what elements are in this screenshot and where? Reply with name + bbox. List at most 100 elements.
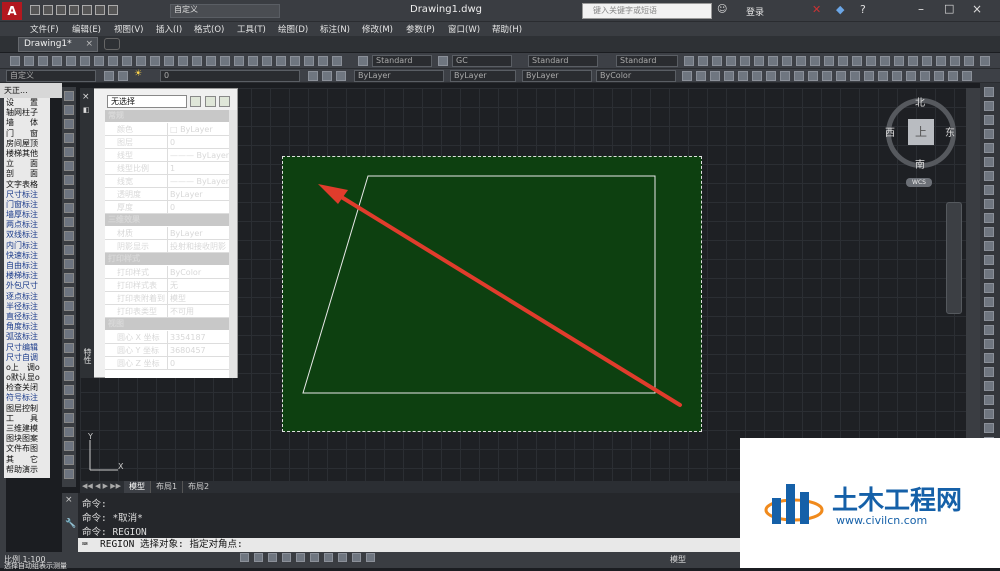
tz-menu-item[interactable]: 直径标注 [4, 312, 50, 322]
tab-layout1[interactable]: 布局1 [150, 481, 182, 493]
property-value[interactable]: 1 [167, 162, 229, 175]
command-handle[interactable]: × 🔧 [62, 493, 78, 552]
tz-menu-item[interactable]: 其 它 [4, 455, 50, 465]
draw-tool-icon[interactable] [64, 371, 74, 381]
tz-menu-item[interactable]: 文字表格 [4, 180, 50, 190]
modify-tool-icon[interactable] [984, 171, 994, 181]
draw-tool-icon[interactable] [64, 441, 74, 451]
draw-tool-icon[interactable] [64, 357, 74, 367]
draw-tool-icon[interactable] [64, 273, 74, 283]
property-section-header[interactable]: 视图 [105, 318, 229, 330]
tab-layout2[interactable]: 布局2 [182, 481, 214, 493]
tz-menu-item[interactable]: 外包尺寸 [4, 281, 50, 291]
modify-tool-icon[interactable] [984, 395, 994, 405]
property-value[interactable]: 0 [167, 136, 229, 149]
toggle-pickadd-icon[interactable] [190, 96, 201, 107]
draw-tool-icon[interactable] [64, 245, 74, 255]
property-value[interactable]: 3354187 [167, 331, 229, 344]
modify-tool-icon[interactable] [984, 269, 994, 279]
property-value[interactable]: □ ByLayer [167, 123, 229, 136]
modify-tool-icon[interactable] [984, 353, 994, 363]
status-toggle-icon[interactable] [296, 553, 305, 562]
draw-tool-icon[interactable] [64, 301, 74, 311]
tz-menu-item[interactable]: 图块图案 [4, 434, 50, 444]
select-objects-icon[interactable] [205, 96, 216, 107]
tab-model[interactable]: 模型 [124, 481, 150, 493]
modify-tool-icon[interactable] [984, 409, 994, 419]
draw-tool-icon[interactable] [64, 161, 74, 171]
modify-tool-icon[interactable] [984, 213, 994, 223]
status-toggle-icon[interactable] [240, 553, 249, 562]
property-value[interactable]: 模型 [167, 292, 229, 305]
modify-tool-icon[interactable] [984, 227, 994, 237]
modify-tool-icon[interactable] [984, 339, 994, 349]
modify-tool-icon[interactable] [984, 367, 994, 377]
modify-tool-icon[interactable] [984, 255, 994, 265]
property-value[interactable]: 投射和接收阴影 [167, 240, 229, 253]
compass-south[interactable]: 南 [915, 156, 925, 171]
property-section-header[interactable]: 打印样式 [105, 253, 229, 265]
modify-tool-icon[interactable] [984, 143, 994, 153]
draw-tool-icon[interactable] [64, 469, 74, 479]
tz-menu-item[interactable]: 符号标注 [4, 393, 50, 403]
status-toggle-icon[interactable] [310, 553, 319, 562]
tz-menu-item[interactable]: 墙厚标注 [4, 210, 50, 220]
property-value[interactable]: 3680457 [167, 344, 229, 357]
tz-menu-item[interactable]: 半径标注 [4, 302, 50, 312]
property-value[interactable]: ——— ByLayer [167, 149, 229, 162]
tz-menu-item[interactable]: 立 面 [4, 159, 50, 169]
draw-tool-icon[interactable] [64, 315, 74, 325]
draw-tool-icon[interactable] [64, 259, 74, 269]
draw-tool-icon[interactable] [64, 203, 74, 213]
property-value[interactable]: ——— ByLayer [167, 175, 229, 188]
draw-tool-icon[interactable] [64, 119, 74, 129]
status-toggle-icon[interactable] [254, 553, 263, 562]
tz-menu-item[interactable]: 图层控制 [4, 404, 50, 414]
customize-icon[interactable]: 🔧 [65, 519, 76, 529]
modify-tool-icon[interactable] [984, 185, 994, 195]
command-input[interactable]: ⌨ REGION 选择对象: 指定对角点: [78, 538, 740, 552]
navigation-bar[interactable] [946, 202, 962, 314]
tz-menu-item[interactable]: 尺寸自调 [4, 353, 50, 363]
status-toggle-icon[interactable] [366, 553, 375, 562]
draw-tool-icon[interactable] [64, 189, 74, 199]
tz-menu-item[interactable]: 楼梯其他 [4, 149, 50, 159]
autohide-icon[interactable]: ◧ [83, 106, 90, 114]
tz-menu-item[interactable]: 工 具 [4, 414, 50, 424]
wcs-button[interactable]: WCS [906, 178, 932, 187]
tz-menu-item[interactable]: 文件布图 [4, 444, 50, 454]
close-command-icon[interactable]: × [65, 495, 73, 505]
modify-tool-icon[interactable] [984, 241, 994, 251]
quick-select-icon[interactable] [219, 96, 230, 107]
modify-tool-icon[interactable] [984, 115, 994, 125]
draw-tool-icon[interactable] [64, 287, 74, 297]
draw-tool-icon[interactable] [64, 399, 74, 409]
tz-menu-item[interactable]: 三维建模 [4, 424, 50, 434]
status-toggle-icon[interactable] [268, 553, 277, 562]
tz-menu-item[interactable]: 双线标注 [4, 230, 50, 240]
tz-menu-item[interactable]: o默认显o [4, 373, 50, 383]
tz-menu-item[interactable]: 剖 面 [4, 169, 50, 179]
tz-menu-item[interactable]: 门窗标注 [4, 200, 50, 210]
status-toggle-icon[interactable] [282, 553, 291, 562]
property-value[interactable]: 0 [167, 201, 229, 214]
status-toggle-icon[interactable] [352, 553, 361, 562]
draw-tool-icon[interactable] [64, 329, 74, 339]
property-section-header[interactable]: 三维效果 [105, 214, 229, 226]
tz-menu-item[interactable]: 两点标注 [4, 220, 50, 230]
draw-tool-icon[interactable] [64, 413, 74, 423]
tz-menu-item[interactable]: 弧弦标注 [4, 332, 50, 342]
tz-menu-item[interactable]: 轴网柱子 [4, 108, 50, 118]
draw-tool-icon[interactable] [64, 343, 74, 353]
close-palette-icon[interactable]: × [82, 92, 90, 102]
property-value[interactable]: 0 [167, 357, 229, 370]
property-value[interactable]: 无 [167, 279, 229, 292]
status-toggle-icon[interactable] [338, 553, 347, 562]
draw-tool-icon[interactable] [64, 217, 74, 227]
modify-tool-icon[interactable] [984, 157, 994, 167]
modify-tool-icon[interactable] [984, 423, 994, 433]
tz-menu-item[interactable]: 尺寸编辑 [4, 343, 50, 353]
tz-menu-item[interactable]: 帮助演示 [4, 465, 50, 475]
modify-tool-icon[interactable] [984, 283, 994, 293]
draw-tool-icon[interactable] [64, 385, 74, 395]
